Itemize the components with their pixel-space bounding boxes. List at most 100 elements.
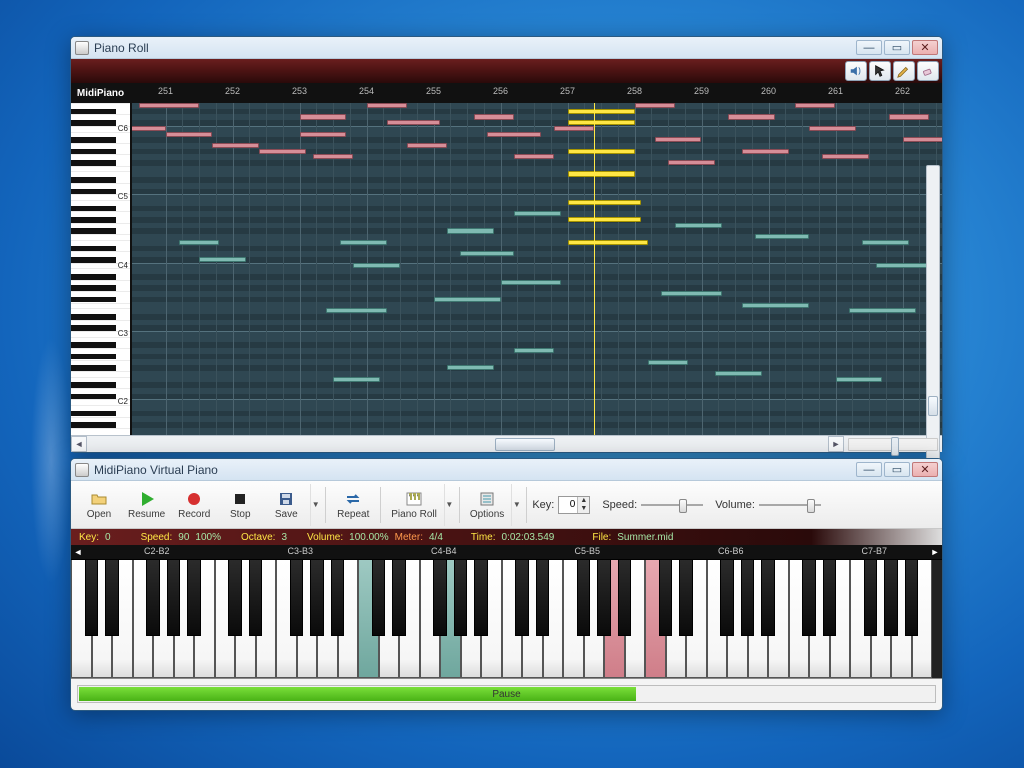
black-key[interactable] xyxy=(433,560,446,636)
options-button[interactable]: Options xyxy=(465,484,509,526)
black-key[interactable] xyxy=(290,560,303,636)
black-key[interactable] xyxy=(515,560,528,636)
black-key[interactable] xyxy=(659,560,672,636)
midi-note[interactable] xyxy=(434,297,501,302)
midi-note[interactable] xyxy=(889,114,929,119)
black-key[interactable] xyxy=(802,560,815,636)
black-key[interactable] xyxy=(741,560,754,636)
black-key[interactable] xyxy=(331,560,344,636)
black-key[interactable] xyxy=(167,560,180,636)
midi-note[interactable] xyxy=(353,263,400,268)
midi-note[interactable] xyxy=(568,240,648,245)
measure-ruler[interactable]: 251252253254255256257258259260261262263 xyxy=(132,83,942,103)
midi-note[interactable] xyxy=(333,377,380,382)
midi-note[interactable] xyxy=(742,303,809,308)
midi-note[interactable] xyxy=(487,132,541,137)
midi-note[interactable] xyxy=(367,103,407,108)
black-key[interactable] xyxy=(372,560,385,636)
midi-note[interactable] xyxy=(313,154,353,159)
midi-note[interactable] xyxy=(131,126,166,131)
midi-note[interactable] xyxy=(447,365,494,370)
midi-note[interactable] xyxy=(849,308,916,313)
black-key[interactable] xyxy=(392,560,405,636)
black-key[interactable] xyxy=(597,560,610,636)
virtual-piano-titlebar[interactable]: MidiPiano Virtual Piano — ▭ ✕ xyxy=(71,459,942,481)
midi-note[interactable] xyxy=(568,171,635,176)
midi-note[interactable] xyxy=(514,211,561,216)
midi-note[interactable] xyxy=(474,114,514,119)
black-key[interactable] xyxy=(105,560,118,636)
black-key[interactable] xyxy=(146,560,159,636)
midi-note[interactable] xyxy=(568,109,635,114)
progress-bar[interactable]: Pause xyxy=(77,685,936,703)
black-key[interactable] xyxy=(454,560,467,636)
black-key[interactable] xyxy=(310,560,323,636)
speed-slider[interactable] xyxy=(641,495,703,515)
pencil-icon[interactable] xyxy=(893,61,915,81)
black-key[interactable] xyxy=(536,560,549,636)
midi-note[interactable] xyxy=(742,149,789,154)
black-key[interactable] xyxy=(884,560,897,636)
black-key[interactable] xyxy=(679,560,692,636)
midi-note[interactable] xyxy=(300,114,347,119)
black-key[interactable] xyxy=(85,560,98,636)
close-button[interactable]: ✕ xyxy=(912,40,938,55)
black-key[interactable] xyxy=(187,560,200,636)
midi-note[interactable] xyxy=(300,132,347,137)
midi-note[interactable] xyxy=(179,240,219,245)
note-canvas[interactable] xyxy=(132,103,942,435)
midi-note[interactable] xyxy=(554,126,594,131)
midi-note[interactable] xyxy=(326,308,386,313)
scrollbar-thumb[interactable] xyxy=(928,396,938,416)
midi-note[interactable] xyxy=(755,234,809,239)
midi-note[interactable] xyxy=(795,103,835,108)
save-button[interactable]: Save xyxy=(264,484,308,526)
black-key[interactable] xyxy=(577,560,590,636)
midi-note[interactable] xyxy=(809,126,856,131)
maximize-button[interactable]: ▭ xyxy=(884,40,910,55)
midi-note[interactable] xyxy=(514,348,554,353)
midi-note[interactable] xyxy=(166,132,213,137)
midi-note[interactable] xyxy=(568,149,635,154)
midi-note[interactable] xyxy=(648,360,688,365)
black-key[interactable] xyxy=(249,560,262,636)
midi-note[interactable] xyxy=(715,371,762,376)
midi-note[interactable] xyxy=(568,200,642,205)
midi-note[interactable] xyxy=(447,228,494,233)
key-input[interactable] xyxy=(559,499,577,510)
octave-next-icon[interactable]: ► xyxy=(928,547,942,557)
midi-note[interactable] xyxy=(407,143,447,148)
black-key[interactable] xyxy=(905,560,918,636)
piano-roll-dropdown-icon[interactable]: ▼ xyxy=(444,484,454,526)
piano-roll-titlebar[interactable]: Piano Roll — ▭ ✕ xyxy=(71,37,942,59)
piano-keyboard[interactable] xyxy=(71,559,942,679)
midi-note[interactable] xyxy=(903,137,943,142)
midi-note[interactable] xyxy=(661,291,721,296)
key-spinner[interactable]: ▲▼ xyxy=(558,496,590,514)
midi-note[interactable] xyxy=(460,251,514,256)
midi-note[interactable] xyxy=(655,137,702,142)
open-button[interactable]: Open xyxy=(77,484,121,526)
piano-roll-button[interactable]: Piano Roll xyxy=(386,484,442,526)
octave-prev-icon[interactable]: ◄ xyxy=(71,547,85,557)
horizontal-scrollbar[interactable]: ◄ ► xyxy=(71,435,942,452)
midi-note[interactable] xyxy=(862,240,909,245)
midi-note[interactable] xyxy=(199,257,246,262)
midi-note[interactable] xyxy=(139,103,199,108)
key-up-icon[interactable]: ▲ xyxy=(577,497,589,505)
midi-note[interactable] xyxy=(635,103,675,108)
save-dropdown-icon[interactable]: ▼ xyxy=(310,484,320,526)
zoom-slider[interactable] xyxy=(848,438,938,451)
sound-icon[interactable] xyxy=(845,61,867,81)
close-button[interactable]: ✕ xyxy=(912,462,938,477)
midi-note[interactable] xyxy=(668,160,715,165)
midi-note[interactable] xyxy=(675,223,722,228)
midi-note[interactable] xyxy=(514,154,554,159)
black-key[interactable] xyxy=(720,560,733,636)
minimize-button[interactable]: — xyxy=(856,462,882,477)
key-down-icon[interactable]: ▼ xyxy=(577,505,589,513)
volume-slider[interactable] xyxy=(759,495,821,515)
minimize-button[interactable]: — xyxy=(856,40,882,55)
midi-note[interactable] xyxy=(568,120,635,125)
piano-roll-keys[interactable]: C6C5C4C3C2 xyxy=(71,103,130,435)
